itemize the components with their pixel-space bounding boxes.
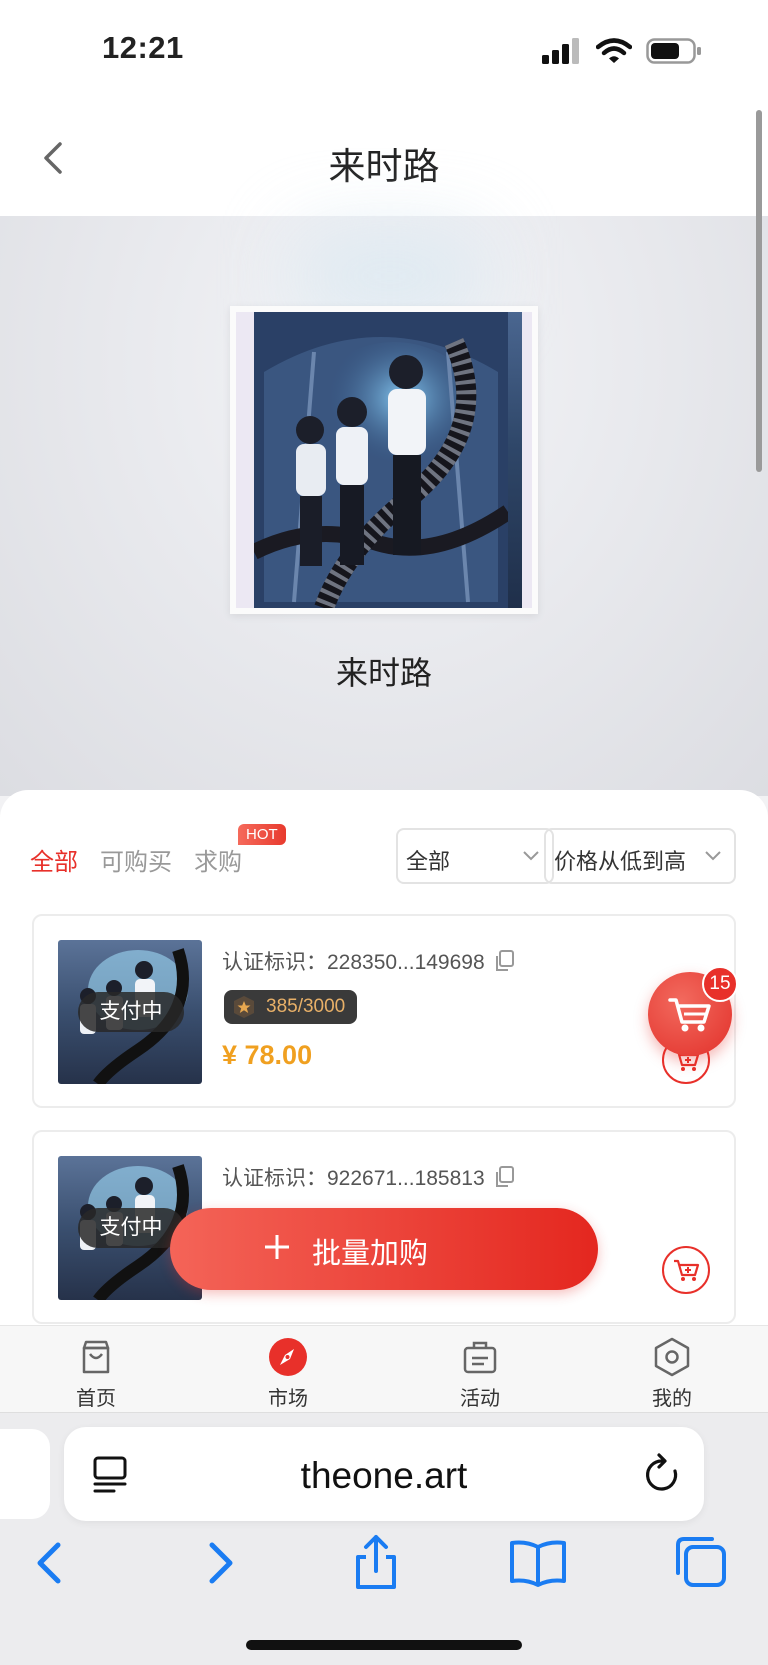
- status-badge: 支付中: [78, 1208, 184, 1248]
- artwork-image: [254, 312, 522, 608]
- cert-id: 认证标识：228350...149698: [222, 946, 515, 976]
- copy-icon[interactable]: [493, 1165, 515, 1189]
- nav-header: 来时路: [0, 100, 768, 216]
- tab-available[interactable]: 可购买: [100, 842, 172, 877]
- market-tabs: 全部 可购买 求购: [30, 842, 242, 877]
- tab-mine-label: 我的: [652, 1388, 692, 1410]
- sort-select[interactable]: 价格从低到高: [544, 828, 736, 884]
- tab-wanted[interactable]: 求购: [194, 842, 242, 877]
- add-to-cart-button[interactable]: [662, 1246, 710, 1294]
- status-time: 12:21: [102, 30, 184, 65]
- tab-mine[interactable]: 我的: [612, 1336, 732, 1411]
- bookmarks-icon[interactable]: [508, 1533, 568, 1593]
- filter-select-value: 全部: [406, 849, 451, 874]
- address-bar[interactable]: theone.art: [64, 1427, 704, 1521]
- cart-plus-icon: [674, 1259, 700, 1281]
- scroll-indicator: [756, 110, 762, 472]
- tab-market[interactable]: 市场: [228, 1336, 348, 1411]
- tab-all[interactable]: 全部: [30, 842, 78, 877]
- chevron-down-icon: [705, 851, 721, 861]
- reload-icon[interactable]: [642, 1453, 682, 1495]
- browser-back-icon[interactable]: [22, 1533, 82, 1593]
- cart-count-badge: 15: [702, 966, 738, 1002]
- artwork-illustration: [254, 312, 513, 608]
- cellular-signal-icon: [542, 38, 579, 64]
- listing-card[interactable]: 支付中 认证标识：228350...149698 385/3000 ¥ 78.0…: [32, 914, 736, 1108]
- share-icon[interactable]: [346, 1533, 406, 1593]
- cert-id: 认证标识：922671...185813: [222, 1162, 515, 1192]
- hero-section: 来时路: [0, 216, 768, 796]
- bottom-tab-bar: 首页 市场 活动 我的: [0, 1325, 768, 1413]
- batch-add-button[interactable]: 批量加购: [170, 1208, 598, 1290]
- url-text: theone.art: [300, 1455, 468, 1496]
- home-indicator: [246, 1640, 522, 1650]
- tab-home-label: 首页: [76, 1388, 116, 1410]
- tabs-icon[interactable]: [670, 1533, 730, 1593]
- hexagon-icon: [654, 1337, 690, 1377]
- bag-icon: [82, 1340, 110, 1374]
- sort-select-value: 价格从低到高: [554, 849, 687, 874]
- chevron-down-icon: [523, 851, 539, 861]
- copy-icon[interactable]: [493, 949, 515, 973]
- status-icons: [542, 38, 702, 64]
- listing-price: ¥ 78.00: [222, 1040, 313, 1070]
- wifi-icon: [596, 38, 632, 63]
- tab-home[interactable]: 首页: [36, 1336, 156, 1411]
- page-title: 来时路: [328, 146, 440, 187]
- tab-activity[interactable]: 活动: [420, 1336, 540, 1411]
- hot-badge: HOT: [238, 824, 286, 845]
- artwork-frame[interactable]: [230, 306, 538, 614]
- batch-add-label: 批量加购: [312, 1238, 429, 1270]
- browser-toolbar: theone.art: [0, 1413, 768, 1665]
- compass-icon: [269, 1338, 307, 1376]
- artwork-name: 来时路: [335, 655, 432, 691]
- tab-market-label: 市场: [268, 1388, 308, 1410]
- serial-number: 385/3000: [224, 990, 358, 1024]
- star-badge-icon: [234, 996, 254, 1018]
- tab-activity-label: 活动: [460, 1388, 500, 1410]
- status-bar: 12:21: [0, 0, 768, 100]
- status-badge: 支付中: [78, 992, 184, 1032]
- previous-tab-preview[interactable]: [0, 1429, 50, 1519]
- briefcase-icon: [463, 1341, 497, 1374]
- browser-forward-icon[interactable]: [188, 1533, 248, 1593]
- filter-select[interactable]: 全部: [396, 828, 554, 884]
- battery-icon: [646, 38, 701, 64]
- plus-icon: [265, 1235, 289, 1259]
